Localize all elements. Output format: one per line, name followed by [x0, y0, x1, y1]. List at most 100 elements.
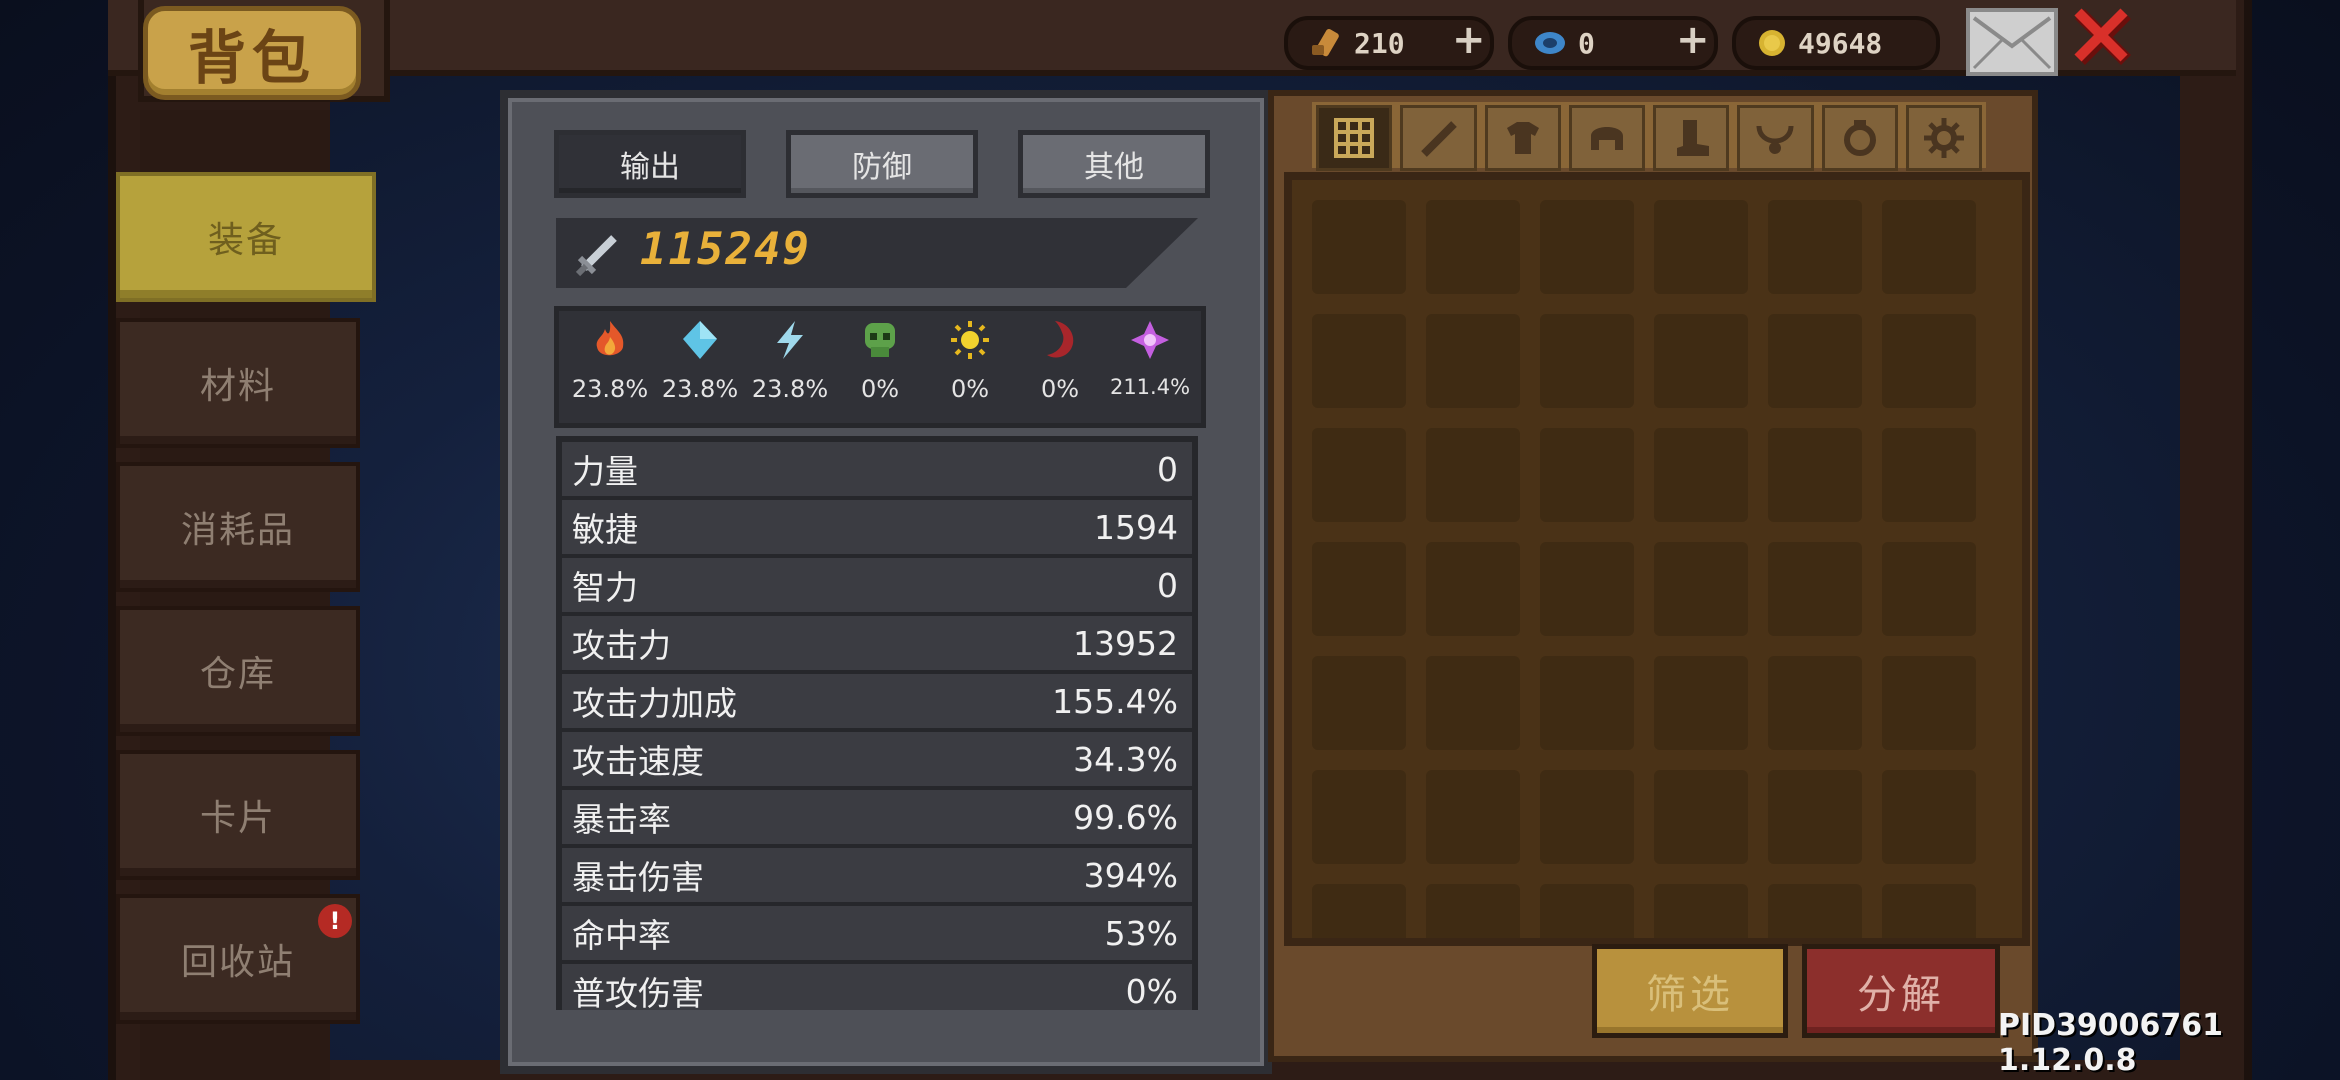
element-lightning: 23.8% — [747, 311, 833, 403]
inventory-grid[interactable] — [1284, 172, 2030, 946]
stat-value: 53% — [1104, 913, 1178, 953]
stat-value: 99.6% — [1073, 797, 1178, 837]
tab-other[interactable]: 其他 — [1018, 130, 1210, 198]
inventory-slot[interactable] — [1882, 542, 1976, 636]
filter-tab-ring[interactable] — [1821, 105, 1898, 171]
filter-tab-necklace[interactable] — [1737, 105, 1814, 171]
helmet-icon — [1590, 127, 1623, 150]
inventory-slot[interactable] — [1540, 200, 1634, 294]
filter-tab-armor[interactable] — [1484, 105, 1561, 171]
tab-label: 防御 — [852, 150, 912, 185]
inventory-slot[interactable] — [1768, 542, 1862, 636]
inventory-slot[interactable] — [1882, 200, 1976, 294]
inventory-slot[interactable] — [1426, 770, 1520, 864]
inventory-slot[interactable] — [1540, 428, 1634, 522]
element-ice-value: 23.8% — [661, 375, 739, 403]
inventory-slot[interactable] — [1312, 542, 1406, 636]
fire-icon — [596, 321, 624, 356]
inventory-slot[interactable] — [1312, 656, 1406, 750]
filter-tab-misc[interactable] — [1905, 105, 1982, 171]
inventory-slot[interactable] — [1882, 428, 1976, 522]
tab-defense[interactable]: 防御 — [786, 130, 978, 198]
inventory-slot[interactable] — [1312, 884, 1406, 938]
inventory-slot[interactable] — [1768, 656, 1862, 750]
dark-moon-icon — [1047, 321, 1074, 358]
stat-row-agility: 敏捷 1594 — [562, 500, 1192, 554]
gold-coin-icon — [1759, 30, 1785, 56]
sidebar-item-warehouse[interactable]: 仓库 — [116, 606, 360, 736]
inventory-slot[interactable] — [1540, 656, 1634, 750]
stat-label: 暴击伤害 — [572, 858, 704, 897]
inventory-slot[interactable] — [1882, 884, 1976, 938]
stat-row-attack-speed: 攻击速度 34.3% — [562, 732, 1192, 786]
inventory-slot[interactable] — [1540, 542, 1634, 636]
close-icon — [2074, 8, 2131, 65]
inventory-slot[interactable] — [1882, 314, 1976, 408]
build-id: PID39006761 1.12.0.8 — [1998, 1008, 2224, 1078]
decompose-button[interactable]: 分解 — [1802, 944, 2000, 1038]
filter-tab-all[interactable] — [1316, 105, 1393, 171]
inventory-slot[interactable] — [1654, 314, 1748, 408]
inventory-slot[interactable] — [1768, 770, 1862, 864]
inventory-slot[interactable] — [1540, 770, 1634, 864]
inventory-slot[interactable] — [1654, 770, 1748, 864]
sidebar-item-equipment[interactable]: 装备 — [116, 172, 376, 302]
add-scroll-button[interactable]: + — [1452, 17, 1486, 63]
close-button[interactable] — [2068, 2, 2138, 72]
filter-tab-weapon[interactable] — [1400, 105, 1477, 171]
inventory-slot[interactable] — [1312, 200, 1406, 294]
armor-icon — [1506, 122, 1539, 154]
filter-button-label: 筛选 — [1646, 972, 1734, 1018]
tab-label: 输出 — [620, 150, 680, 185]
sidebar-item-label: 卡片 — [199, 798, 276, 839]
filter-tab-helmet[interactable] — [1568, 105, 1645, 171]
stat-row-crit-rate: 暴击率 99.6% — [562, 790, 1192, 844]
stats-list[interactable]: 力量 0 敏捷 1594 智力 0 攻击力 13952 攻击力加成 155.4% 攻击速度… — [556, 436, 1198, 1010]
inventory-slot[interactable] — [1312, 428, 1406, 522]
stat-row-attack-bonus: 攻击力加成 155.4% — [562, 674, 1192, 728]
tab-output[interactable]: 输出 — [554, 130, 746, 198]
stat-row-strength: 力量 0 — [562, 442, 1192, 496]
inventory-slot[interactable] — [1654, 656, 1748, 750]
filter-tab-boots[interactable] — [1653, 105, 1730, 171]
stat-value: 34.3% — [1073, 739, 1178, 779]
sidebar-item-cards[interactable]: 卡片 — [116, 750, 360, 880]
inventory-slot[interactable] — [1426, 200, 1520, 294]
inventory-slot[interactable] — [1312, 314, 1406, 408]
sword-icon — [575, 235, 617, 277]
inventory-slot[interactable] — [1426, 656, 1520, 750]
inventory-slot[interactable] — [1768, 200, 1862, 294]
inventory-slot[interactable] — [1882, 770, 1976, 864]
mail-button[interactable] — [1966, 8, 2058, 76]
element-fire: 23.8% — [567, 311, 653, 403]
inventory-slot[interactable] — [1426, 428, 1520, 522]
inventory-slot[interactable] — [1654, 428, 1748, 522]
combat-power-value: 115249 — [640, 224, 811, 275]
element-ice: 23.8% — [657, 311, 743, 403]
sidebar-item-label: 回收站 — [180, 942, 295, 983]
filter-button[interactable]: 筛选 — [1592, 944, 1788, 1038]
inventory-slot[interactable] — [1768, 428, 1862, 522]
gem-icon — [1535, 32, 1565, 54]
currency-scroll: 210 + — [1284, 16, 1494, 70]
inventory-slot[interactable] — [1768, 314, 1862, 408]
stat-row-hit-rate: 命中率 53% — [562, 906, 1192, 960]
element-light: 0% — [927, 311, 1013, 403]
inventory-slot[interactable] — [1426, 542, 1520, 636]
sidebar-item-materials[interactable]: 材料 — [116, 318, 360, 448]
inventory-slot[interactable] — [1426, 314, 1520, 408]
inventory-slot[interactable] — [1312, 770, 1406, 864]
sidebar-item-consumables[interactable]: 消耗品 — [116, 462, 360, 592]
inventory-slot[interactable] — [1540, 884, 1634, 938]
stat-row-intelligence: 智力 0 — [562, 558, 1192, 612]
inventory-slot[interactable] — [1768, 884, 1862, 938]
inventory-slot[interactable] — [1882, 656, 1976, 750]
sidebar-item-label: 材料 — [199, 366, 276, 407]
inventory-slot[interactable] — [1426, 884, 1520, 938]
inventory-slot[interactable] — [1654, 884, 1748, 938]
inventory-slot[interactable] — [1654, 200, 1748, 294]
add-gem-button[interactable]: + — [1676, 17, 1710, 63]
inventory-slot[interactable] — [1654, 542, 1748, 636]
inventory-slot[interactable] — [1540, 314, 1634, 408]
sidebar-item-label: 装备 — [207, 220, 284, 261]
